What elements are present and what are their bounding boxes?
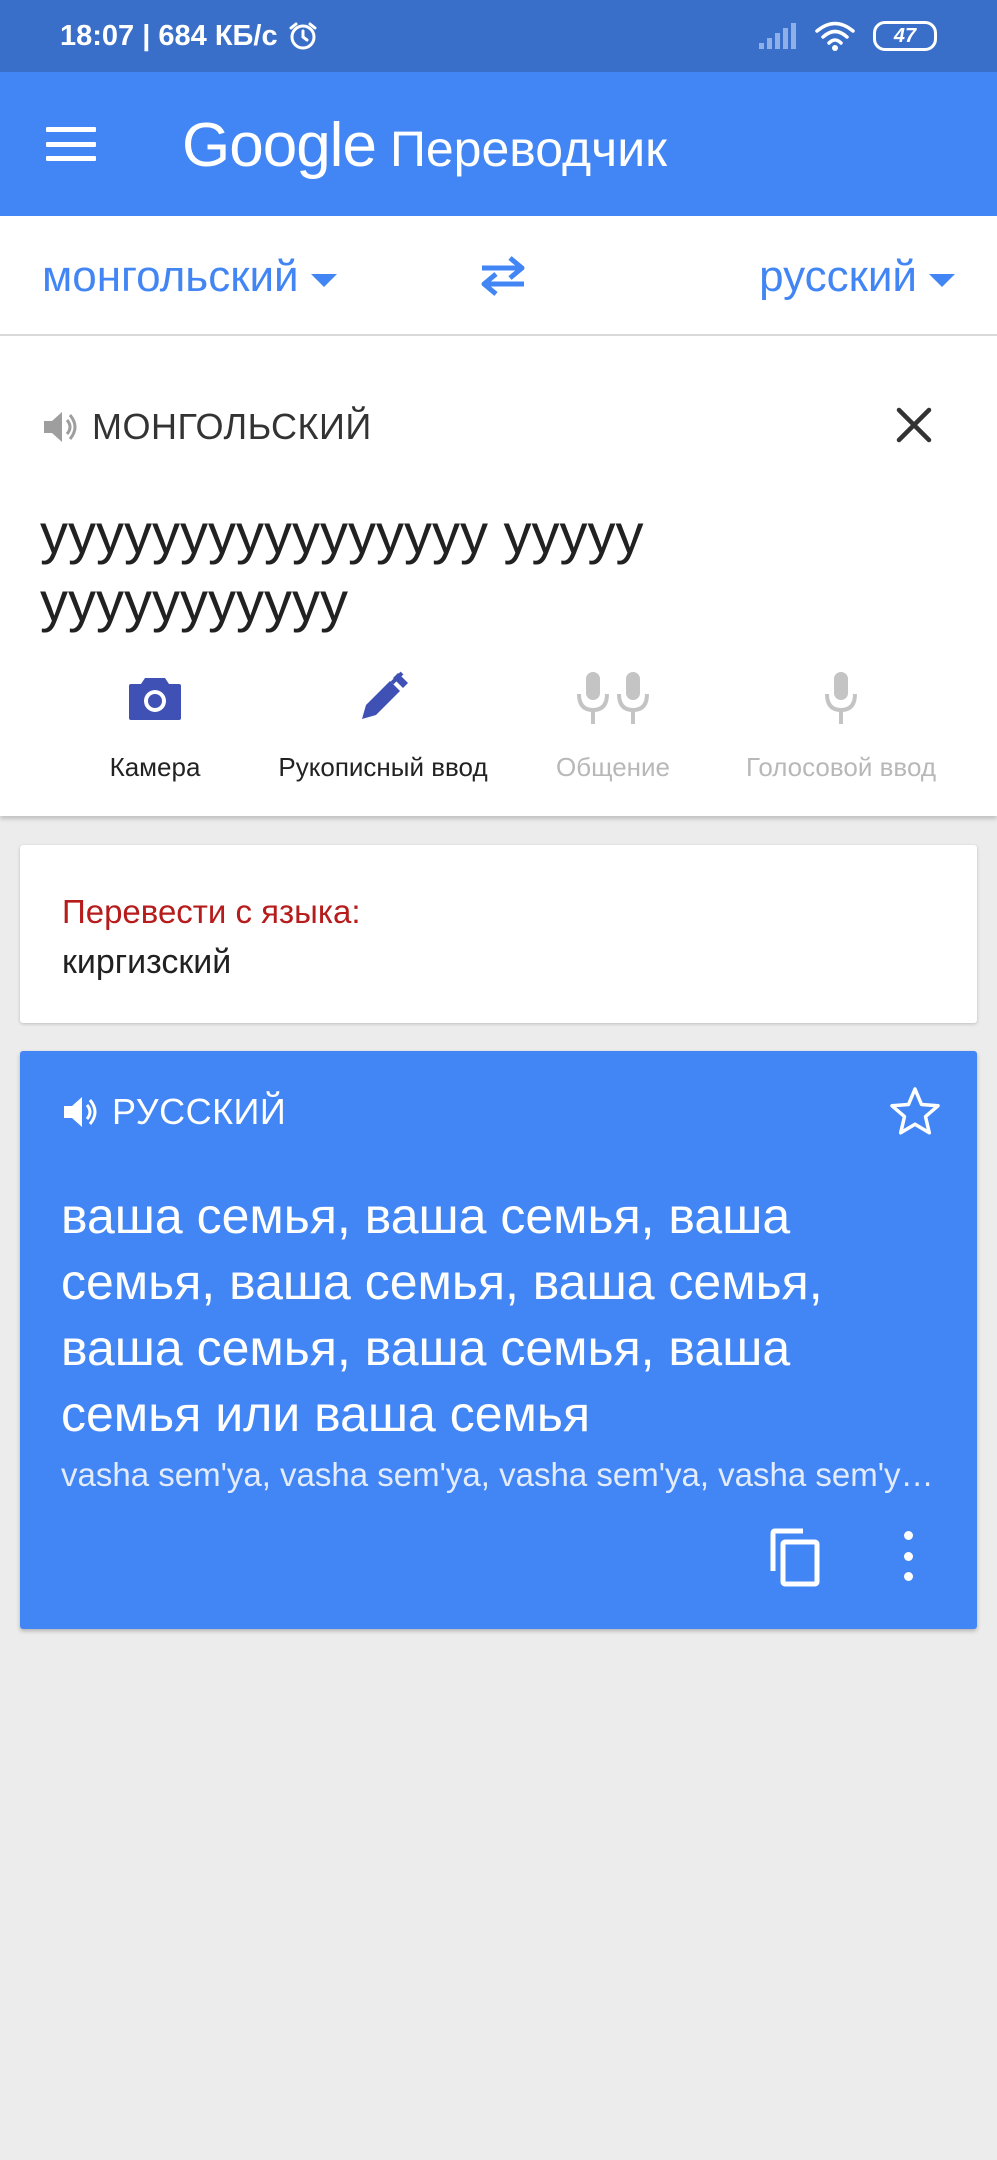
detect-language-card[interactable]: Перевести с языка: киргизский bbox=[20, 845, 977, 1023]
translation-text: ваша семья, ваша семья, ваша семья, ваша… bbox=[61, 1188, 823, 1442]
source-label-row: МОНГОЛЬСКИЙ bbox=[40, 406, 372, 448]
source-language-label: монгольский bbox=[42, 252, 299, 301]
target-language-selector[interactable]: русский bbox=[759, 252, 955, 302]
camera-icon bbox=[129, 678, 181, 720]
battery-level: 47 bbox=[893, 24, 917, 47]
conversation-label: Общение bbox=[555, 752, 671, 782]
conversation-mic-icon bbox=[577, 672, 649, 724]
language-bar: монгольский русский bbox=[0, 216, 997, 336]
speaker-icon[interactable] bbox=[60, 1092, 100, 1132]
transliteration-text: vasha sem'ya, vasha sem'ya, vasha sem'ya… bbox=[61, 1456, 941, 1493]
speaker-icon[interactable] bbox=[40, 407, 80, 447]
suggested-language[interactable]: киргизский bbox=[62, 943, 231, 982]
source-language-selector[interactable]: монгольский bbox=[42, 252, 337, 302]
app-brand: Google bbox=[182, 111, 377, 180]
status-time: 18:07 | 684 КБ/с bbox=[60, 19, 278, 52]
result-label-row: РУССКИЙ bbox=[60, 1091, 286, 1133]
suggestion-title: Перевести с языка: bbox=[62, 893, 361, 930]
voice-input-label: Голосовой ввод bbox=[745, 752, 937, 782]
more-options-icon[interactable] bbox=[900, 1531, 916, 1581]
source-text-input[interactable]: уууууууууууууууу ууууу ууууууууууу bbox=[40, 500, 940, 636]
target-language-heading: РУССКИЙ bbox=[112, 1091, 287, 1132]
close-icon[interactable] bbox=[893, 404, 935, 446]
star-icon[interactable] bbox=[887, 1084, 943, 1140]
pen-icon bbox=[362, 671, 408, 719]
mic-icon bbox=[825, 672, 857, 724]
dropdown-arrow-icon bbox=[310, 273, 337, 287]
voice-input-button[interactable]: Голосовой ввод bbox=[726, 666, 956, 783]
conversation-button[interactable]: Общение bbox=[498, 666, 728, 783]
wifi-icon bbox=[815, 21, 855, 51]
menu-icon[interactable] bbox=[46, 122, 96, 166]
target-language-label: русский bbox=[759, 252, 917, 301]
battery-icon: 47 bbox=[873, 21, 937, 51]
handwriting-button[interactable]: Рукописный ввод bbox=[268, 666, 498, 783]
status-bar: 18:07 | 684 КБ/с 47 bbox=[0, 0, 997, 72]
copy-icon[interactable] bbox=[765, 1527, 825, 1589]
source-language-heading: МОНГОЛЬСКИЙ bbox=[92, 406, 372, 447]
app-product: Переводчик bbox=[389, 121, 668, 177]
translation-result-card: РУССКИЙ ваша семья, ваша семья, ваша сем… bbox=[20, 1051, 977, 1629]
camera-button[interactable]: Камера bbox=[40, 666, 270, 783]
dropdown-arrow-icon bbox=[929, 273, 955, 287]
input-tools: Камера Рукописный ввод Общение Голосовой… bbox=[0, 666, 997, 796]
alarm-icon bbox=[289, 22, 317, 50]
signal-icon bbox=[759, 23, 796, 49]
swap-languages-icon[interactable] bbox=[478, 254, 528, 298]
app-title: Google Переводчик bbox=[182, 110, 667, 181]
app-bar: Google Переводчик bbox=[0, 72, 997, 216]
handwriting-label: Рукописный ввод bbox=[278, 752, 488, 782]
input-panel: МОНГОЛЬСКИЙ уууууууууууууууу ууууу ууууу… bbox=[0, 336, 997, 816]
camera-label: Камера bbox=[109, 752, 201, 782]
